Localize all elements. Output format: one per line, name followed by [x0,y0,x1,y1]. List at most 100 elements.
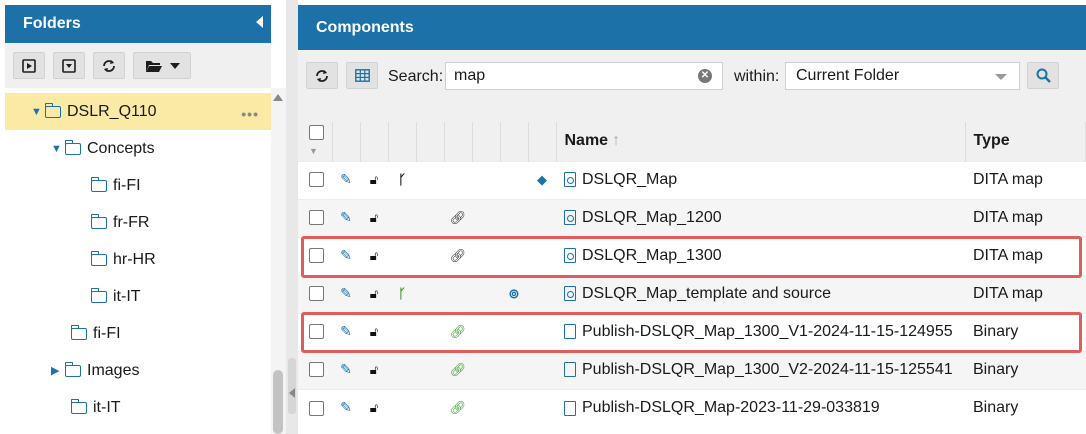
search-button[interactable] [1027,62,1059,89]
tree-node-hr-hr[interactable]: hr-HR [5,241,271,278]
component-type: DITA map [965,160,1086,199]
unlock-icon[interactable]: 🔓︎ [370,362,378,377]
tree-node-label: hr-HR [113,250,156,268]
branch-icon: ᚴ [398,286,406,301]
dita-map-icon [564,172,576,188]
scrollbar-thumb[interactable] [273,370,283,434]
component-name[interactable]: Publish-DSLQR_Map-2023-11-29-033819 [582,399,880,416]
tree-node-label: fi-FI [113,176,141,194]
component-type: DITA map [965,274,1086,313]
table-row[interactable]: ✎ 🔓︎ ᚴ ◆ DSLQR_Map DITA map [298,160,1086,199]
within-label: within: [734,68,780,85]
unlock-icon[interactable]: 🔓︎ [370,210,378,225]
dropdown-box-icon [62,58,76,73]
tree-node-dslr-q110[interactable]: ▼ DSLR_Q110 ••• [5,93,271,130]
more-options-icon[interactable]: ••• [241,106,259,122]
edit-icon[interactable]: ✎ [340,285,352,301]
expand-button[interactable] [13,52,45,79]
dita-map-icon [564,210,576,226]
edit-icon[interactable]: ✎ [340,209,352,225]
type-column-header[interactable]: Type [965,122,1086,161]
unlock-icon[interactable]: 🔓︎ [370,400,378,415]
folders-title: Folders [23,15,81,32]
grid-view-button[interactable] [346,62,378,89]
panel-splitter[interactable] [286,0,298,434]
table-row[interactable]: ✎ 🔓︎ ᚴ ⊚ DSLQR_Map_template and source D… [298,274,1086,313]
tree-node-fi-fi[interactable]: fi-FI [5,167,271,204]
tree-node-label: DSLR_Q110 [67,102,157,120]
caret-down-icon[interactable]: ▼ [31,106,45,118]
component-name[interactable]: Publish-DSLQR_Map_1300_V2-2024-11-15-125… [582,361,953,378]
folder-icon [90,287,107,303]
folder-icon [70,324,87,340]
chevron-down-icon[interactable]: ▼ [309,146,318,156]
tree-node-concepts[interactable]: ▼ Concepts [5,130,271,167]
tree-node-fi-fi-2[interactable]: fi-FI [5,315,271,352]
tree-node-fr-fr[interactable]: fr-FR [5,204,271,241]
within-select[interactable]: Current Folder [785,62,1020,90]
file-icon [564,400,576,416]
folders-panel: Folders ▼ DSLR_Q110 ••• ▼ Concepts fi-FI… [5,5,271,434]
table-row[interactable]: ✎ 🔓︎ 🔗︎ Publish-DSLQR_Map-2023-11-29-033… [298,388,1086,427]
search-input[interactable]: map ✕ [445,62,723,90]
tree-node-images[interactable]: ▶ Images [5,352,271,389]
clear-search-icon[interactable]: ✕ [698,69,712,83]
edit-icon[interactable]: ✎ [340,399,352,415]
row-checkbox[interactable] [309,362,324,378]
chevron-left-icon[interactable] [289,388,295,398]
row-checkbox[interactable] [309,210,324,226]
edit-icon[interactable]: ✎ [340,171,352,187]
folders-toolbar [5,43,271,88]
scroll-up-icon[interactable] [273,94,283,101]
select-all-column[interactable]: ▼ [298,122,333,161]
sort-ascending-icon: ↑ [612,132,621,150]
attachment-icon: 🔗︎ [449,210,467,225]
select-all-checkbox[interactable] [309,124,324,140]
folder-tree-scrollbar[interactable] [271,88,286,434]
refresh-components-button[interactable] [306,62,338,89]
row-checkbox[interactable] [309,400,324,416]
folder-menu-button[interactable] [133,52,191,79]
table-header-row: ▼ Name ↑ Type [298,122,1086,161]
file-icon [564,362,576,378]
component-name[interactable]: DSLQR_Map [582,171,677,188]
unlock-icon[interactable]: 🔓︎ [370,172,378,187]
tree-node-label: it-IT [93,398,121,416]
caret-right-icon[interactable]: ▶ [51,364,65,377]
component-name[interactable]: DSLQR_Map_1200 [582,209,722,226]
component-type: Binary [965,388,1086,427]
within-value: Current Folder [796,67,900,84]
attachment-icon: 🔗︎ [449,400,467,416]
folder-open-icon [64,139,81,155]
chevron-down-icon [169,62,180,69]
folder-open-icon [44,102,61,118]
components-panel: Components Search: map ✕ within: Current… [298,5,1086,434]
table-row[interactable]: ✎ 🔓︎ 🔗︎ Publish-DSLQR_Map_1300_V2-2024-1… [298,350,1086,389]
components-header: Components [298,5,1086,50]
tree-node-it-it[interactable]: it-IT [5,278,271,315]
name-column-header[interactable]: Name ↑ [556,122,966,161]
caret-down-icon[interactable]: ▼ [51,143,65,155]
edit-icon[interactable]: ✎ [340,361,352,377]
folder-tree: ▼ DSLR_Q110 ••• ▼ Concepts fi-FI fr-FR h… [5,88,271,434]
table-row[interactable]: ✎ 🔓︎ 🔗︎ DSLQR_Map_1200 DITA map [298,198,1086,237]
unlock-icon[interactable]: 🔓︎ [370,286,378,301]
highlight-box [301,236,1082,278]
row-checkbox[interactable] [309,172,324,188]
folder-open-icon [145,60,162,72]
tag-icon: ◆ [537,172,547,187]
refresh-folders-button[interactable] [93,52,125,79]
tree-node-it-it-2[interactable]: it-IT [5,389,271,426]
collapse-panel-icon[interactable] [256,16,263,28]
row-checkbox[interactable] [309,286,324,302]
component-name[interactable]: DSLQR_Map_template and source [582,285,831,302]
tree-node-label: fi-FI [93,324,121,342]
search-icon [1036,68,1051,83]
folders-header: Folders [5,5,271,43]
splitter-grip[interactable] [288,358,296,414]
play-box-icon [22,58,36,73]
refresh-icon [103,59,115,72]
tree-node-label: Images [87,361,140,379]
collapse-all-button[interactable] [53,52,85,79]
search-label: Search: [388,68,444,85]
